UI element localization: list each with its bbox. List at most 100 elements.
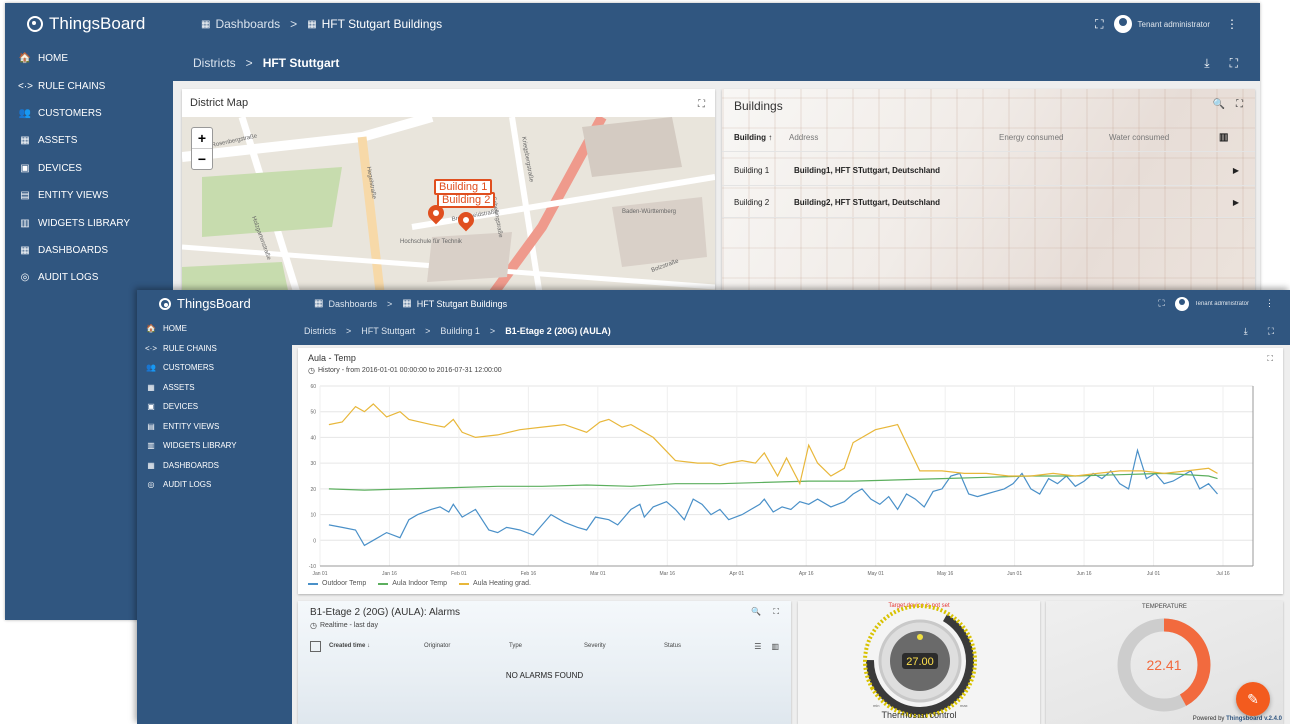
sidebar-menu: 🏠 HOME <·> RULE CHAINS 👥 CUSTOMERS ▦ ASSETS …	[5, 45, 173, 292]
search-icon[interactable]: 🔍	[751, 607, 761, 616]
thermostat-dial[interactable]: 27.00 min max	[798, 601, 1040, 724]
temperature-chart[interactable]: -10 0 10 20 30 40 50 60 Jan 01 Jan 16 Feb 01 Feb 16…	[298, 378, 1283, 583]
columns-icon[interactable]: ▥	[1219, 132, 1228, 143]
top-bar: ▦ Dashboards > ▦ HFT Stutgart Buildings …	[173, 3, 1260, 45]
x-tick-label: May 01	[867, 571, 884, 577]
sidebar-item-assets[interactable]: ▦ ASSETS	[137, 378, 292, 398]
breadcrumb-building[interactable]: Building 1	[440, 326, 480, 336]
sidebar-item-home[interactable]: 🏠 HOME	[5, 45, 173, 72]
fullscreen-icon[interactable]: ⛶	[1236, 99, 1243, 110]
dashboard-icon: ▦	[402, 298, 412, 309]
topbar-dashboard-name: HFT Stutgart Buildings	[321, 17, 443, 31]
sidebar-item-audit-logs[interactable]: ◎ AUDIT LOGS	[5, 264, 173, 291]
fullscreen-icon[interactable]: ⛶	[1267, 354, 1273, 364]
breadcrumb-district[interactable]: HFT Stuttgart	[361, 326, 415, 336]
powered-by-link[interactable]: Thingsboard v.2.4.0	[1226, 716, 1282, 722]
chart-subtitle: ◷ History - from 2016-01-01 00:00:00 to …	[308, 366, 502, 375]
brand-logo[interactable]: ThingsBoard	[137, 290, 292, 317]
sidebar-item-entity-views[interactable]: ▤ ENTITY VIEWS	[5, 182, 173, 209]
row-open-icon[interactable]: ▶	[1233, 166, 1239, 175]
home-icon: 🏠	[146, 324, 156, 334]
sidebar-item-home[interactable]: 🏠 HOME	[137, 319, 292, 339]
legend-outdoor[interactable]: Outdoor Temp	[308, 580, 366, 587]
sidebar-item-customers[interactable]: 👥 CUSTOMERS	[5, 100, 173, 127]
sidebar-item-audit-logs[interactable]: ◎ AUDIT LOGS	[137, 475, 292, 495]
row-open-icon[interactable]: ▶	[1233, 198, 1239, 207]
column-water[interactable]: Water consumed	[1109, 133, 1219, 142]
filter-icon[interactable]: ☰	[754, 642, 761, 651]
y-tick-label: 0	[313, 538, 316, 544]
column-status[interactable]: Status	[664, 643, 724, 649]
column-originator[interactable]: Originator	[424, 643, 509, 649]
map-card-title: District Map	[190, 97, 249, 109]
sidebar-item-rule-chains[interactable]: <·> RULE CHAINS	[5, 72, 173, 99]
column-address[interactable]: Address	[789, 133, 999, 142]
topbar-dashboards-link[interactable]: Dashboards	[215, 17, 280, 31]
legend-heating[interactable]: Aula Heating grad.	[458, 580, 531, 587]
legend-indoor[interactable]: Aula Indoor Temp	[378, 580, 447, 587]
more-vert-icon[interactable]: ⋮	[1265, 298, 1274, 309]
fullscreen-icon[interactable]: ⛶	[1230, 56, 1238, 71]
sidebar-item-dashboards[interactable]: ▦ DASHBOARDS	[137, 456, 292, 476]
thermostat-min-label: min	[873, 703, 879, 708]
breadcrumb-separator: >	[346, 326, 352, 336]
columns-icon[interactable]: ▥	[771, 642, 779, 651]
assets-icon: ▦	[147, 382, 155, 392]
y-tick-label: 60	[310, 384, 316, 390]
topbar-dashboards-link[interactable]: Dashboards	[328, 299, 377, 309]
temperature-history-card: Aula - Temp ◷ History - from 2016-01-01 …	[298, 348, 1283, 594]
zoom-out-button[interactable]: −	[192, 149, 212, 169]
x-tick-label: Feb 16	[521, 571, 537, 577]
audit-logs-icon: ◎	[20, 272, 30, 284]
thingsboard-logo-icon	[27, 16, 43, 32]
gauge-value: 22.41	[1146, 657, 1181, 673]
sidebar-item-label: HOME	[163, 324, 187, 334]
breadcrumb-separator: >	[425, 326, 431, 336]
audit-logs-icon: ◎	[147, 480, 155, 490]
column-energy[interactable]: Energy consumed	[999, 133, 1109, 142]
more-vert-icon[interactable]: ⋮	[1226, 17, 1238, 31]
x-tick-label: Jan 16	[382, 571, 397, 577]
sidebar-item-widgets-library[interactable]: ▥ WIDGETS LIBRARY	[137, 436, 292, 456]
search-icon[interactable]: 🔍	[1213, 99, 1225, 110]
fullscreen-icon[interactable]: ⛶	[773, 607, 779, 617]
fullscreen-icon[interactable]: ⛶	[1158, 298, 1164, 309]
sidebar-item-dashboards[interactable]: ▦ DASHBOARDS	[5, 237, 173, 264]
column-severity[interactable]: Severity	[584, 643, 664, 649]
sidebar-item-rule-chains[interactable]: <·> RULE CHAINS	[137, 339, 292, 359]
table-row[interactable]: Building 1 Building1, HFT STuttgart, Deu…	[722, 155, 1255, 186]
district-map[interactable]: Rosenbergstraße Holzgartenstraße Hegelst…	[182, 117, 715, 309]
sidebar-item-devices[interactable]: ▣ DEVICES	[137, 397, 292, 417]
column-created-time[interactable]: Created time ↓	[329, 643, 424, 649]
column-type[interactable]: Type	[509, 643, 584, 649]
zoom-in-button[interactable]: +	[192, 128, 212, 149]
map-label-building-1[interactable]: Building 1	[434, 179, 493, 195]
table-row[interactable]: Building 2 Building2, HFT STuttgart, Deu…	[722, 187, 1255, 218]
download-icon[interactable]: ⤓	[1204, 56, 1209, 71]
devices-icon: ▣	[20, 162, 30, 174]
avatar[interactable]	[1174, 296, 1189, 311]
sidebar-item-widgets-library[interactable]: ▥ WIDGETS LIBRARY	[5, 209, 173, 236]
fullscreen-icon[interactable]: ⛶	[698, 99, 705, 110]
alarms-subtitle: ◷ Realtime - last day	[310, 621, 378, 630]
brand-logo[interactable]: ThingsBoard	[5, 3, 173, 45]
fullscreen-icon[interactable]: ⛶	[1268, 326, 1274, 337]
fullscreen-icon[interactable]: ⛶	[1095, 17, 1103, 32]
edit-dashboard-button[interactable]: ✎	[1236, 682, 1270, 716]
dashboards-icon: ▦	[314, 298, 324, 309]
breadcrumb-districts[interactable]: Districts	[193, 56, 236, 70]
cell-address: Building1, HFT STuttgart, Deutschland	[794, 165, 941, 175]
x-tick-label: May 16	[937, 571, 954, 577]
select-all-checkbox[interactable]	[310, 640, 321, 652]
map-tiles: Rosenbergstraße Holzgartenstraße Hegelst…	[182, 117, 715, 309]
devices-icon: ▣	[147, 402, 155, 412]
sidebar-item-customers[interactable]: 👥 CUSTOMERS	[137, 358, 292, 378]
download-icon[interactable]: ⤓	[1244, 326, 1248, 337]
column-building[interactable]: Building ↑	[734, 133, 789, 142]
avatar[interactable]	[1113, 15, 1132, 33]
sidebar-item-devices[interactable]: ▣ DEVICES	[5, 155, 173, 182]
sidebar-item-entity-views[interactable]: ▤ ENTITY VIEWS	[137, 417, 292, 437]
thermostat-label: Thermostat control	[881, 710, 957, 720]
breadcrumb-districts[interactable]: Districts	[304, 326, 336, 336]
sidebar-item-assets[interactable]: ▦ ASSETS	[5, 127, 173, 154]
